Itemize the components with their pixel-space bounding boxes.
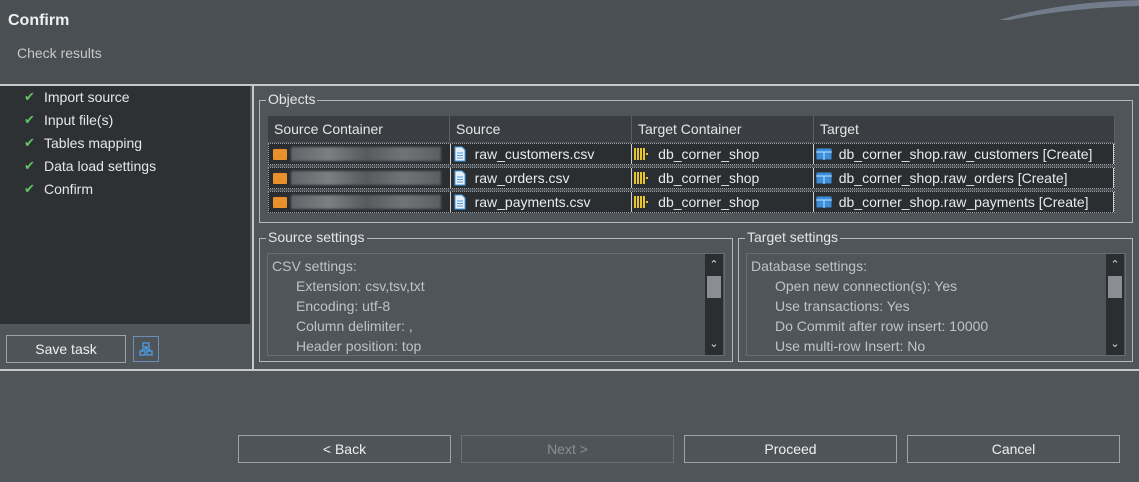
target-cell: db_corner_shop.raw_orders [Create] <box>814 168 1115 188</box>
database-icon <box>634 196 649 208</box>
source-container-cell <box>269 192 451 212</box>
step-data-load-settings[interactable]: ✔ Data load settings <box>24 156 156 176</box>
redacted-text <box>291 147 441 161</box>
step-label: Confirm <box>44 181 94 197</box>
redacted-text <box>291 195 441 209</box>
source-settings-title: Source settings <box>266 229 367 245</box>
target-container-cell: db_corner_shop <box>632 168 814 188</box>
target-settings-text[interactable]: Database settings: Open new connection(s… <box>746 253 1126 356</box>
scroll-thumb[interactable] <box>1108 276 1122 298</box>
csv-file-icon <box>454 146 466 162</box>
target-container-cell: db_corner_shop <box>632 144 814 164</box>
target-table-name: db_corner_shop.raw_orders [Create] <box>838 170 1068 186</box>
folder-icon <box>273 196 287 208</box>
objects-table-header: Source Container Source Target Container… <box>268 116 1115 142</box>
wizard-header: Confirm Check results <box>0 0 1139 84</box>
scroll-thumb[interactable] <box>707 276 721 298</box>
target-settings-title: Target settings <box>745 229 841 245</box>
target-container-cell: db_corner_shop <box>632 192 814 212</box>
source-file-name: raw_payments.csv <box>474 194 591 210</box>
target-table-name: db_corner_shop.raw_payments [Create] <box>838 194 1089 210</box>
csv-file-icon <box>454 194 466 210</box>
folder-icon <box>273 172 287 184</box>
settings-line: Column delimiter: , <box>296 318 413 334</box>
back-button[interactable]: < Back <box>238 435 451 463</box>
content-divider <box>0 369 1139 371</box>
target-container-name: db_corner_shop <box>658 194 760 210</box>
table-icon <box>815 148 832 160</box>
column-header-target[interactable]: Target <box>814 116 1115 142</box>
step-input-files[interactable]: ✔ Input file(s) <box>24 110 113 130</box>
page-title: Confirm <box>8 12 70 29</box>
next-button[interactable]: Next > <box>461 435 674 463</box>
check-icon: ✔ <box>24 181 35 196</box>
task-config-button[interactable] <box>133 336 159 362</box>
source-cell: raw_payments.csv <box>451 192 633 212</box>
source-cell: raw_orders.csv <box>451 168 633 188</box>
step-label: Data load settings <box>44 158 157 174</box>
settings-line: Do Commit after row insert: 10000 <box>775 318 989 334</box>
redacted-text <box>291 171 441 185</box>
source-file-name: raw_customers.csv <box>474 146 595 162</box>
step-confirm[interactable]: ✔ Confirm <box>24 179 93 199</box>
scroll-down-icon[interactable]: ⌄ <box>1106 335 1124 353</box>
database-icon <box>634 172 649 184</box>
header-decoration-icon <box>999 0 1139 20</box>
step-label: Import source <box>44 89 130 105</box>
scroll-up-icon[interactable]: ⌃ <box>705 256 723 274</box>
target-container-name: db_corner_shop <box>658 170 760 186</box>
step-label: Tables mapping <box>44 135 143 151</box>
scroll-up-icon[interactable]: ⌃ <box>1106 256 1124 274</box>
source-container-cell <box>269 144 451 164</box>
source-settings-text[interactable]: CSV settings: Extension: csv,tsv,txt Enc… <box>267 253 725 356</box>
table-row[interactable]: raw_payments.csv db_corner_shop db_corne… <box>268 191 1115 213</box>
settings-line: Extension: csv,tsv,txt <box>296 278 425 294</box>
target-settings-scrollbar[interactable]: ⌃ ⌄ <box>1106 254 1124 355</box>
check-icon: ✔ <box>24 135 35 150</box>
source-container-cell <box>269 168 451 188</box>
settings-line: Use transactions: Yes <box>775 298 910 314</box>
folder-icon <box>273 148 287 160</box>
check-icon: ✔ <box>24 89 35 104</box>
objects-group-title: Objects <box>266 91 318 107</box>
settings-line: CSV settings: <box>272 258 357 274</box>
task-config-icon <box>139 342 153 356</box>
page-subtitle: Check results <box>17 45 102 61</box>
target-table-name: db_corner_shop.raw_customers [Create] <box>838 146 1093 162</box>
settings-line: Open new connection(s): Yes <box>775 278 958 294</box>
proceed-button[interactable]: Proceed <box>684 435 897 463</box>
table-icon <box>815 172 832 184</box>
table-icon <box>815 196 832 208</box>
settings-line: Encoding: utf-8 <box>296 298 391 314</box>
column-header-source[interactable]: Source <box>450 116 632 142</box>
target-container-name: db_corner_shop <box>658 146 760 162</box>
source-cell: raw_customers.csv <box>451 144 633 164</box>
step-tables-mapping[interactable]: ✔ Tables mapping <box>24 133 142 153</box>
step-label: Input file(s) <box>44 112 114 128</box>
source-file-name: raw_orders.csv <box>474 170 570 186</box>
table-row[interactable]: raw_customers.csv db_corner_shop db_corn… <box>268 143 1115 165</box>
column-header-target-container[interactable]: Target Container <box>632 116 814 142</box>
check-icon: ✔ <box>24 158 35 173</box>
save-task-button[interactable]: Save task <box>6 335 126 363</box>
settings-line: Database settings: <box>751 258 867 274</box>
sidebar-divider <box>252 86 254 370</box>
cancel-button[interactable]: Cancel <box>907 435 1120 463</box>
settings-line: Header position: top <box>296 338 422 354</box>
column-header-source-container[interactable]: Source Container <box>268 116 450 142</box>
source-settings-scrollbar[interactable]: ⌃ ⌄ <box>705 254 723 355</box>
table-row[interactable]: raw_orders.csv db_corner_shop db_corner_… <box>268 167 1115 189</box>
scroll-down-icon[interactable]: ⌄ <box>705 335 723 353</box>
database-icon <box>634 148 649 160</box>
target-cell: db_corner_shop.raw_customers [Create] <box>814 144 1115 164</box>
settings-line: Use multi-row Insert: No <box>775 338 926 354</box>
target-cell: db_corner_shop.raw_payments [Create] <box>814 192 1115 212</box>
step-import-source[interactable]: ✔ Import source <box>24 87 130 107</box>
csv-file-icon <box>454 170 466 186</box>
check-icon: ✔ <box>24 112 35 127</box>
